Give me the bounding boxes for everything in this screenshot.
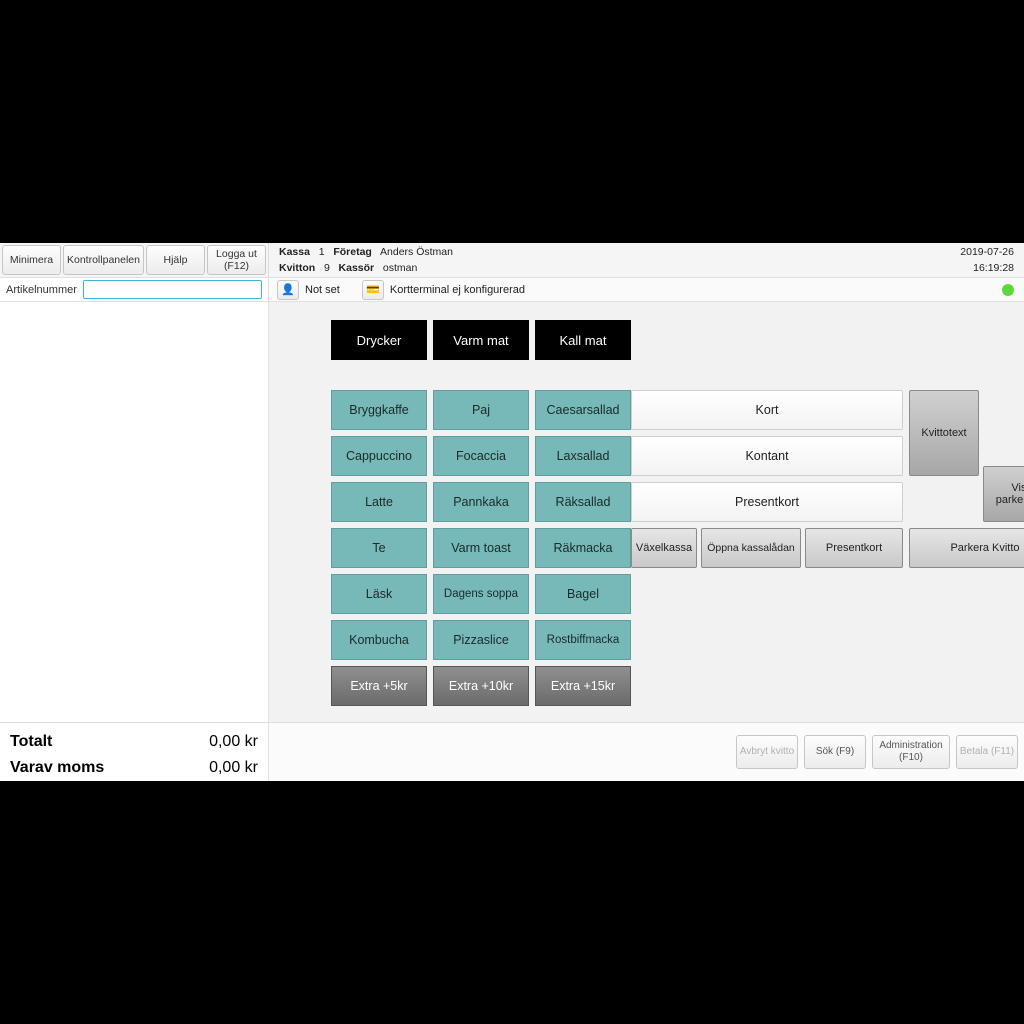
kassor-value: ostman — [383, 262, 417, 274]
help-button[interactable]: Hjälp — [146, 245, 205, 275]
kvitton-value: 9 — [324, 262, 330, 274]
second-row: Artikelnummer 👤 Not set 💳 Kortterminal e… — [0, 277, 1024, 302]
main-area: Drycker Varm mat Kall mat Bryggkaffe Paj… — [0, 302, 1024, 722]
sku-area: Artikelnummer — [0, 278, 269, 301]
pay-kort-button[interactable]: Kort — [631, 390, 903, 430]
extra-button[interactable]: Extra +15kr — [535, 666, 631, 706]
sok-button[interactable]: Sök (F9) — [804, 735, 866, 769]
avbryt-kvitto-button[interactable]: Avbryt kvitto — [736, 735, 798, 769]
pay-kontant-button[interactable]: Kontant — [631, 436, 903, 476]
terminal-icon[interactable]: 💳 — [362, 280, 384, 300]
extra-button[interactable]: Extra +10kr — [433, 666, 529, 706]
product-button[interactable]: Focaccia — [433, 436, 529, 476]
foretag-label: Företag — [333, 246, 372, 258]
control-panel-button[interactable]: Kontrollpanelen — [63, 245, 144, 275]
administration-button[interactable]: Administration (F10) — [872, 735, 950, 769]
product-button[interactable]: Bagel — [535, 574, 631, 614]
sku-label: Artikelnummer — [6, 284, 77, 296]
header-info: Kassa 1 Företag Anders Östman Kvitton 9 … — [269, 243, 1024, 277]
product-button[interactable]: Läsk — [331, 574, 427, 614]
sku-input[interactable] — [83, 280, 262, 299]
product-button[interactable]: Laxsallad — [535, 436, 631, 476]
top-row: Minimera Kontrollpanelen Hjälp Logga ut … — [0, 243, 1024, 277]
totals-panel: Totalt 0,00 kr Varav moms 0,00 kr — [0, 723, 269, 781]
toolbar-left: Minimera Kontrollpanelen Hjälp Logga ut … — [0, 243, 269, 277]
parkera-kvitto-button[interactable]: Parkera Kvitto — [909, 528, 1024, 568]
kassor-label: Kassör — [339, 262, 375, 274]
extra-button[interactable]: Extra +5kr — [331, 666, 427, 706]
kassa-value: 1 — [319, 246, 325, 258]
header-info-block: Kassa 1 Företag Anders Östman Kvitton 9 … — [269, 243, 463, 277]
product-button[interactable]: Pizzaslice — [433, 620, 529, 660]
category-tab[interactable]: Drycker — [331, 320, 427, 360]
product-button[interactable]: Räksallad — [535, 482, 631, 522]
product-panel: Drycker Varm mat Kall mat Bryggkaffe Paj… — [269, 302, 1024, 722]
moms-value: 0,00 kr — [209, 755, 258, 781]
kvittotext-button[interactable]: Kvittotext — [909, 390, 979, 476]
product-button[interactable]: Varm toast — [433, 528, 529, 568]
header-date: 2019-07-26 — [960, 245, 1014, 261]
lower-flex: Bryggkaffe Paj Caesarsallad Cappuccino F… — [269, 390, 1024, 706]
status-terminal: Kortterminal ej konfigurerad — [390, 284, 525, 296]
payment-panel: Kort Kontant Presentkort Kvittotext Visa… — [631, 390, 1018, 578]
header-datetime: 2019-07-26 16:19:28 — [960, 245, 1014, 277]
visa-parkerad-button[interactable]: Visa parkerad... — [983, 466, 1024, 522]
category-tabs: Drycker Varm mat Kall mat — [331, 320, 1024, 360]
product-button[interactable]: Dagens soppa — [433, 574, 529, 614]
product-grid: Bryggkaffe Paj Caesarsallad Cappuccino F… — [331, 390, 631, 706]
profile-icon[interactable]: 👤 — [277, 280, 299, 300]
kvitton-label: Kvitton — [279, 262, 315, 274]
category-tab[interactable]: Kall mat — [535, 320, 631, 360]
status-area: 👤 Not set 💳 Kortterminal ej konfigurerad — [269, 278, 1024, 301]
vaxelkassa-button[interactable]: Växelkassa — [631, 528, 697, 568]
product-button[interactable]: Bryggkaffe — [331, 390, 427, 430]
pay-presentkort-button[interactable]: Presentkort — [631, 482, 903, 522]
category-tab[interactable]: Varm mat — [433, 320, 529, 360]
logout-button[interactable]: Logga ut (F12) — [207, 245, 266, 275]
receipt-panel — [0, 302, 269, 722]
product-button[interactable]: Räkmacka — [535, 528, 631, 568]
totalt-label: Totalt — [10, 729, 52, 755]
product-button[interactable]: Pannkaka — [433, 482, 529, 522]
kassa-label: Kassa — [279, 246, 310, 258]
product-button[interactable]: Kombucha — [331, 620, 427, 660]
oppna-kassaladan-button[interactable]: Öppna kassalådan — [701, 528, 801, 568]
header-time: 16:19:28 — [960, 261, 1014, 277]
presentkort-small-button[interactable]: Presentkort — [805, 528, 903, 568]
status-not-set: Not set — [305, 284, 340, 296]
footer-buttons: Avbryt kvitto Sök (F9) Administration (F… — [269, 723, 1024, 781]
moms-label: Varav moms — [10, 755, 104, 781]
totalt-value: 0,00 kr — [209, 729, 258, 755]
betala-button[interactable]: Betala (F11) — [956, 735, 1018, 769]
foretag-value: Anders Östman — [380, 246, 453, 258]
product-button[interactable]: Te — [331, 528, 427, 568]
product-button[interactable]: Cappuccino — [331, 436, 427, 476]
status-indicator-icon — [1002, 284, 1014, 296]
pos-window: Minimera Kontrollpanelen Hjälp Logga ut … — [0, 243, 1024, 781]
product-button[interactable]: Rostbiffmacka — [535, 620, 631, 660]
product-button[interactable]: Caesarsallad — [535, 390, 631, 430]
product-grid-area: Bryggkaffe Paj Caesarsallad Cappuccino F… — [331, 390, 631, 706]
product-button[interactable]: Latte — [331, 482, 427, 522]
minimize-button[interactable]: Minimera — [2, 245, 61, 275]
product-button[interactable]: Paj — [433, 390, 529, 430]
